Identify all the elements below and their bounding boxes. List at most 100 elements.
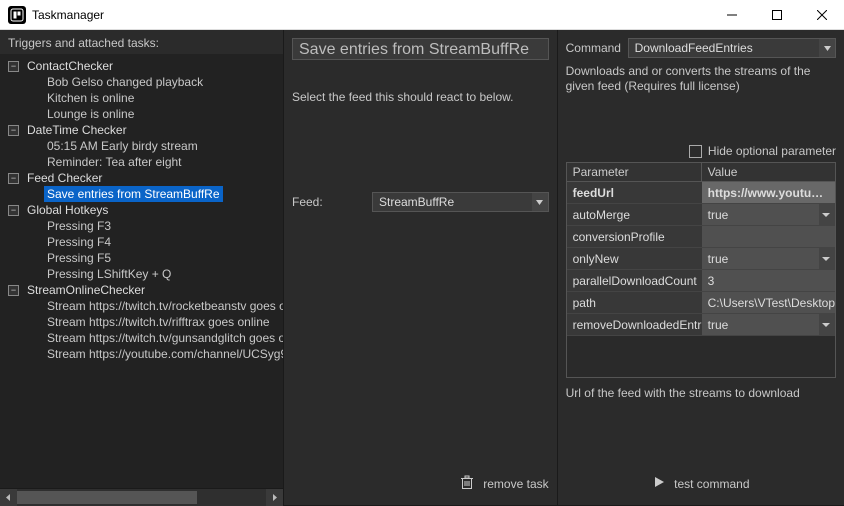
tree-group[interactable]: −Global Hotkeys (0, 202, 283, 218)
parameter-value[interactable]: true (702, 248, 835, 269)
tree-item[interactable]: Bob Gelso changed playback (0, 74, 283, 90)
task-description: Select the feed this should react to bel… (292, 90, 549, 104)
taskmanager-window: Taskmanager Triggers and attached tasks:… (0, 0, 844, 505)
parameter-value[interactable] (702, 226, 835, 247)
hide-optional-checkbox[interactable]: Hide optional parameter (566, 144, 836, 158)
chevron-down-icon[interactable] (822, 257, 830, 261)
chevron-down-icon[interactable] (822, 323, 830, 327)
tree-item-label: Pressing LShiftKey + Q (44, 266, 174, 282)
parameter-name: removeDownloadedEntries (567, 314, 702, 335)
header-value: Value (702, 163, 835, 181)
tree-item[interactable]: Pressing LShiftKey + Q (0, 266, 283, 282)
scroll-thumb[interactable] (17, 491, 197, 504)
test-command-label: test command (674, 477, 749, 491)
tree-item[interactable]: Stream https://twitch.tv/gunsandglitch g… (0, 330, 283, 346)
tree-item-label: Save entries from StreamBuffRe (44, 186, 223, 202)
triggers-tree[interactable]: −ContactCheckerBob Gelso changed playbac… (0, 54, 283, 488)
parameter-value[interactable]: 3 (702, 270, 835, 291)
checkbox-icon[interactable] (689, 145, 702, 158)
minimize-button[interactable] (709, 0, 754, 29)
parameter-row[interactable]: parallelDownloadCount3 (567, 270, 835, 292)
tree-item-label: Pressing F5 (44, 250, 114, 266)
remove-task-button[interactable]: remove task (292, 469, 549, 499)
parameter-name: parallelDownloadCount (567, 270, 702, 291)
tree-group[interactable]: −Feed Checker (0, 170, 283, 186)
parameter-table-header: Parameter Value (567, 163, 835, 182)
tree-item[interactable]: Save entries from StreamBuffRe (0, 186, 283, 202)
tree-item[interactable]: Stream https://youtube.com/channel/UCSyg… (0, 346, 283, 362)
tree-item[interactable]: Reminder: Tea after eight (0, 154, 283, 170)
parameter-name: onlyNew (567, 248, 702, 269)
parameter-row[interactable]: removeDownloadedEntriestrue (567, 314, 835, 336)
parameter-value[interactable]: https://www.youtu… (702, 182, 835, 203)
command-combo[interactable]: DownloadFeedEntries (628, 38, 836, 58)
command-label: Command (566, 41, 628, 55)
command-combo-value: DownloadFeedEntries (635, 41, 753, 55)
collapse-icon[interactable]: − (8, 61, 19, 72)
tree-item-label: Stream https://twitch.tv/gunsandglitch g… (44, 330, 283, 346)
tree-group[interactable]: −ContactChecker (0, 58, 283, 74)
parameter-name: conversionProfile (567, 226, 702, 247)
tree-item[interactable]: Pressing F5 (0, 250, 283, 266)
tree-item-label: Bob Gelso changed playback (44, 74, 206, 90)
tree-item-label: Pressing F4 (44, 234, 114, 250)
parameter-row[interactable]: conversionProfile (567, 226, 835, 248)
feed-combo-dropdown-icon[interactable] (532, 193, 548, 211)
tree-item[interactable]: Stream https://twitch.tv/rocketbeanstv g… (0, 298, 283, 314)
tree-item-label: Stream https://youtube.com/channel/UCSyg… (44, 346, 283, 362)
tree-item[interactable]: Lounge is online (0, 106, 283, 122)
parameter-value[interactable]: true (702, 314, 835, 335)
collapse-icon[interactable]: − (8, 125, 19, 136)
right-panel: Command DownloadFeedEntries Downloads an… (558, 30, 844, 505)
scroll-track[interactable] (17, 489, 266, 506)
left-panel: Triggers and attached tasks: −ContactChe… (0, 30, 284, 505)
scroll-right-button[interactable] (266, 489, 283, 506)
feed-combo-value: StreamBuffRe (379, 195, 454, 209)
tree-item[interactable]: Pressing F4 (0, 234, 283, 250)
tree-group-label: StreamOnlineChecker (24, 282, 148, 298)
task-title-input[interactable]: Save entries from StreamBuffRe (292, 38, 549, 60)
app-icon (8, 6, 26, 24)
close-button[interactable] (799, 0, 844, 29)
play-icon (652, 475, 666, 494)
tree-hscrollbar[interactable] (0, 488, 283, 505)
tree-group[interactable]: −DateTime Checker (0, 122, 283, 138)
parameter-help-text: Url of the feed with the streams to down… (566, 386, 836, 400)
parameter-table: Parameter Value feedUrlhttps://www.youtu… (566, 162, 836, 378)
tree-group-label: ContactChecker (24, 58, 116, 74)
scroll-left-button[interactable] (0, 489, 17, 506)
hide-optional-label: Hide optional parameter (708, 144, 836, 158)
parameter-row[interactable]: pathC:\Users\VTest\Desktop (567, 292, 835, 314)
feed-combo[interactable]: StreamBuffRe (372, 192, 549, 212)
parameter-name: path (567, 292, 702, 313)
tree-item-label: Stream https://twitch.tv/rocketbeanstv g… (44, 298, 283, 314)
header-parameter: Parameter (567, 163, 702, 181)
parameter-row[interactable]: autoMergetrue (567, 204, 835, 226)
window-title: Taskmanager (32, 8, 709, 22)
parameter-row[interactable]: onlyNewtrue (567, 248, 835, 270)
parameter-value[interactable]: C:\Users\VTest\Desktop (702, 292, 835, 313)
parameter-value[interactable]: true (702, 204, 835, 225)
collapse-icon[interactable]: − (8, 173, 19, 184)
parameter-row[interactable]: feedUrlhttps://www.youtu… (567, 182, 835, 204)
triggers-heading: Triggers and attached tasks: (0, 30, 283, 54)
feed-label: Feed: (292, 195, 372, 209)
tree-group-label: Feed Checker (24, 170, 105, 186)
middle-panel: Save entries from StreamBuffRe Select th… (284, 30, 558, 505)
command-description: Downloads and or converts the streams of… (566, 64, 836, 94)
command-combo-dropdown-icon[interactable] (819, 39, 835, 57)
trash-icon (459, 474, 475, 495)
test-command-button[interactable]: test command (566, 469, 836, 499)
maximize-button[interactable] (754, 0, 799, 29)
tree-item-label: 05:15 AM Early birdy stream (44, 138, 201, 154)
tree-group[interactable]: −StreamOnlineChecker (0, 282, 283, 298)
chevron-down-icon[interactable] (822, 213, 830, 217)
tree-item-label: Kitchen is online (44, 90, 137, 106)
tree-item[interactable]: Pressing F3 (0, 218, 283, 234)
collapse-icon[interactable]: − (8, 285, 19, 296)
tree-item[interactable]: 05:15 AM Early birdy stream (0, 138, 283, 154)
tree-item[interactable]: Kitchen is online (0, 90, 283, 106)
tree-item[interactable]: Stream https://twitch.tv/rifftrax goes o… (0, 314, 283, 330)
tree-group-label: DateTime Checker (24, 122, 130, 138)
collapse-icon[interactable]: − (8, 205, 19, 216)
